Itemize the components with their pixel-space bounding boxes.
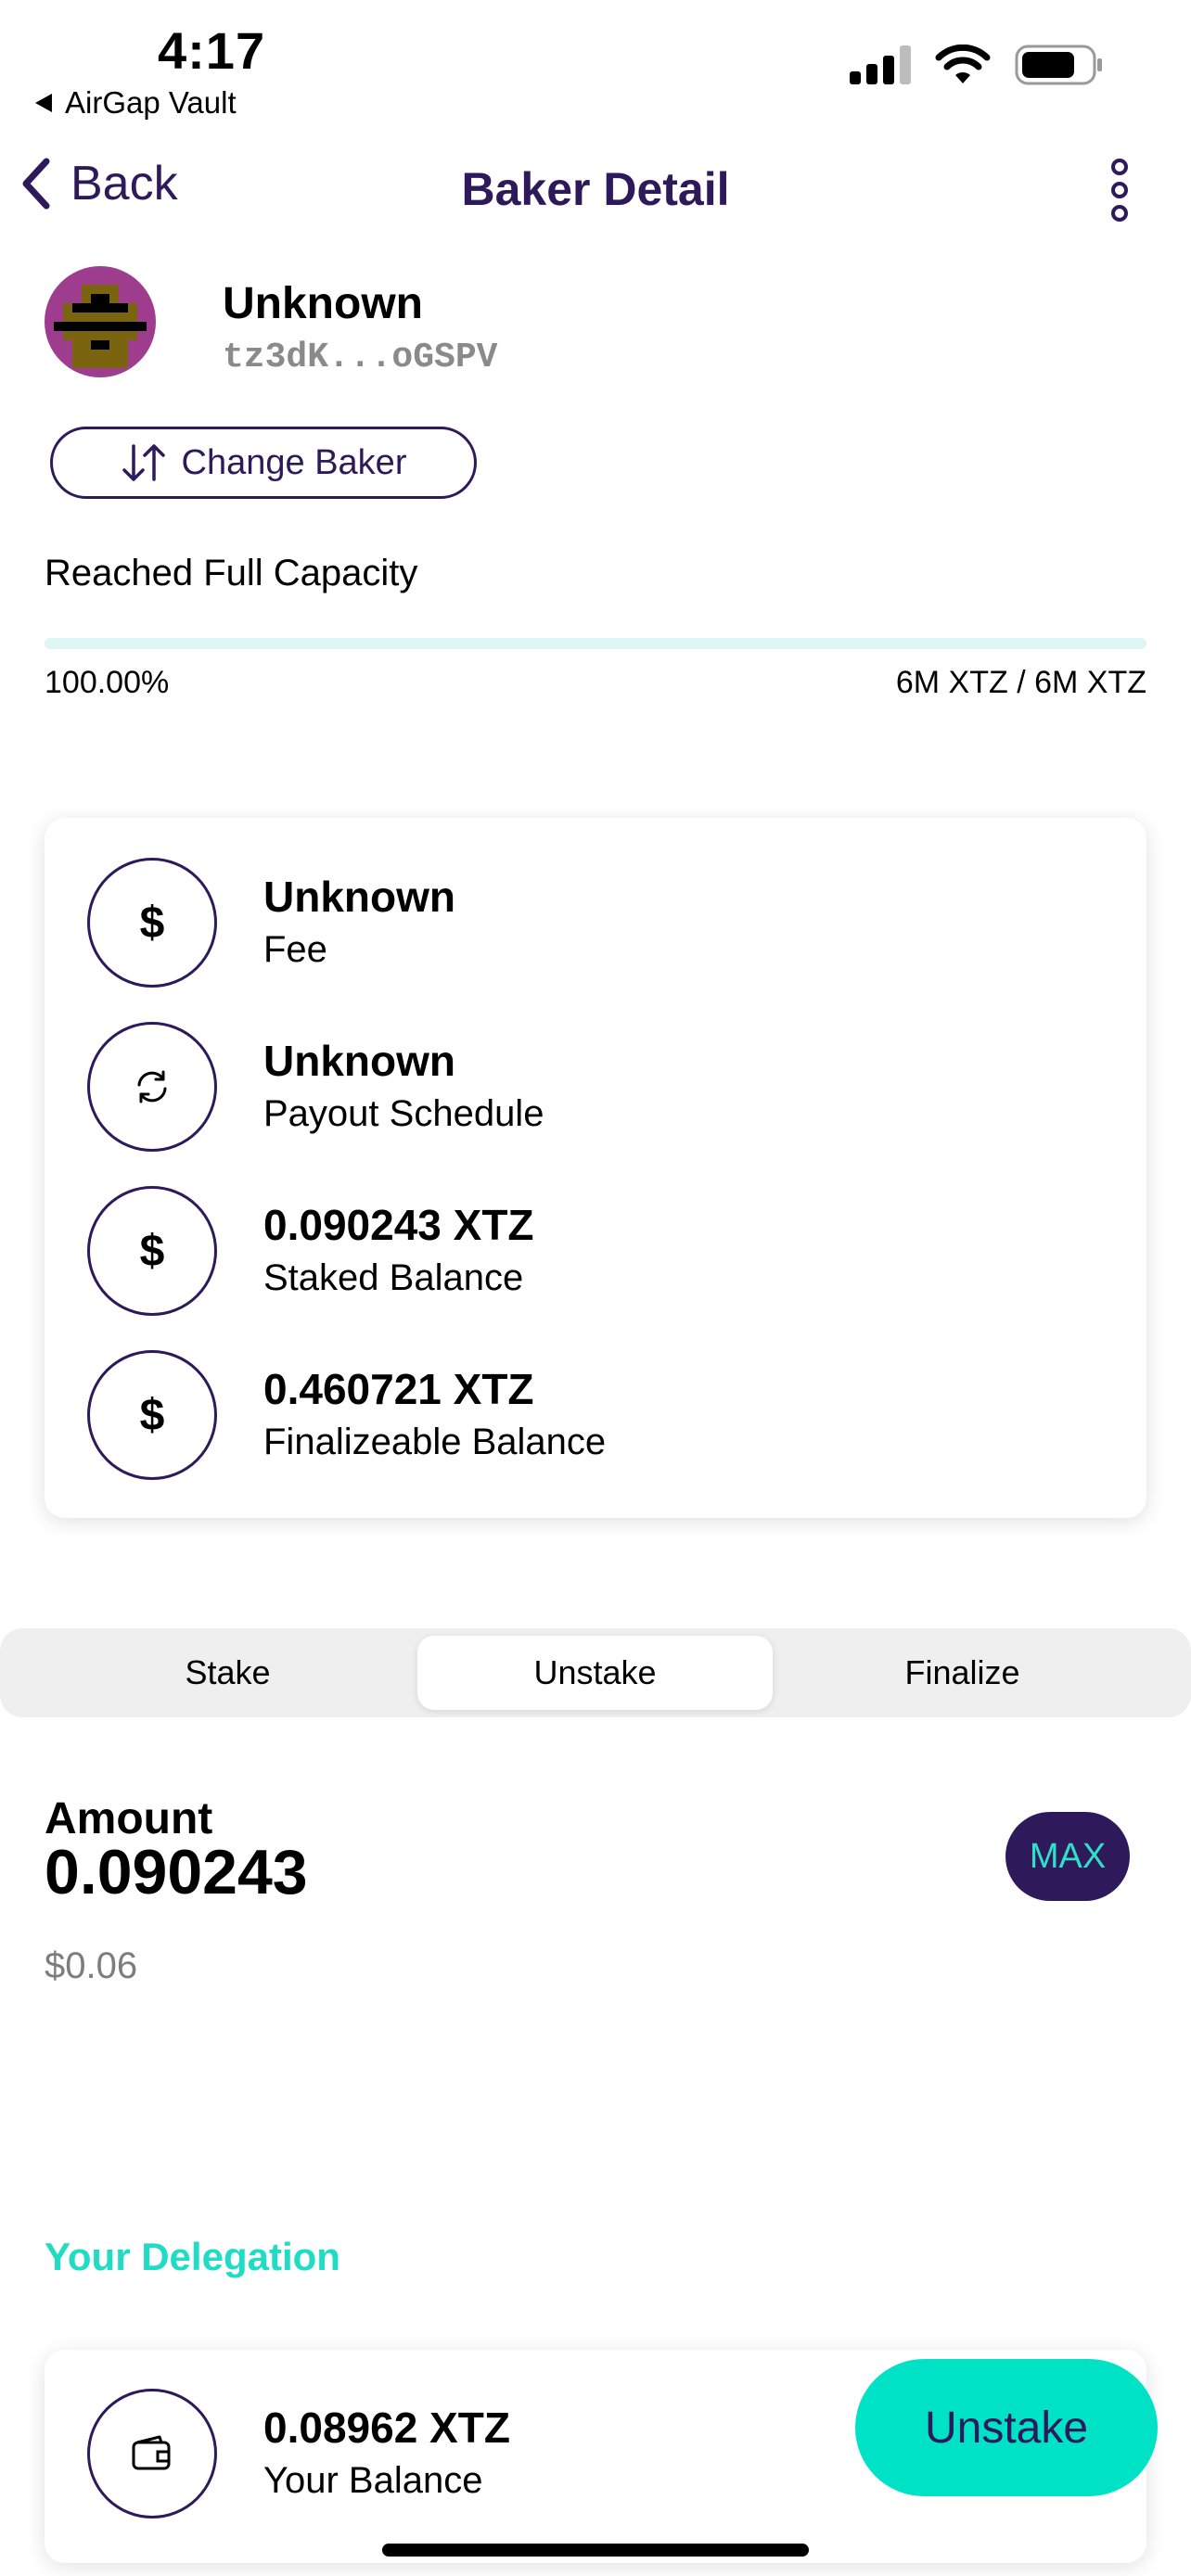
baker-avatar xyxy=(45,266,156,377)
wallet-icon xyxy=(87,2389,217,2519)
dollar-icon: $ xyxy=(87,1186,217,1316)
staked-balance-row: $ 0.090243 XTZ Staked Balance xyxy=(87,1183,534,1319)
capacity-progress-bar xyxy=(45,638,1146,649)
baker-name: Unknown xyxy=(223,279,423,328)
payout-schedule-label: Payout Schedule xyxy=(263,1093,544,1134)
back-to-app-link[interactable]: AirGap Vault xyxy=(33,85,237,121)
back-triangle-icon xyxy=(35,94,52,112)
baker-info-card: $ Unknown Fee Unknown Payout Schedule $ … xyxy=(45,818,1146,1518)
payout-schedule-value: Unknown xyxy=(263,1037,455,1085)
swap-vertical-icon xyxy=(122,444,165,481)
cellular-signal-icon xyxy=(850,45,911,84)
status-icons xyxy=(850,45,1104,85)
staked-balance-value: 0.090243 XTZ xyxy=(263,1201,534,1249)
tab-finalize[interactable]: Finalize xyxy=(785,1636,1140,1710)
payout-schedule-row: Unknown Payout Schedule xyxy=(87,1019,544,1154)
tab-unstake[interactable]: Unstake xyxy=(417,1636,773,1710)
capacity-amount: 6M XTZ / 6M XTZ xyxy=(895,665,1146,700)
dollar-icon: $ xyxy=(87,1350,217,1480)
your-balance-row: 0.08962 XTZ Your Balance xyxy=(87,2389,510,2519)
back-app-label: AirGap Vault xyxy=(65,85,237,120)
amount-fiat-value: $0.06 xyxy=(45,1945,138,1986)
baker-address: tz3dK...oGSPV xyxy=(223,338,498,377)
status-time: 4:17 xyxy=(158,21,266,80)
fee-value: Unknown xyxy=(263,873,455,921)
capacity-status: Reached Full Capacity xyxy=(45,553,418,593)
tab-stake[interactable]: Stake xyxy=(50,1636,405,1710)
fee-label: Fee xyxy=(263,929,327,970)
dollar-icon: $ xyxy=(87,858,217,988)
staked-balance-label: Staked Balance xyxy=(263,1257,524,1298)
more-options-button[interactable] xyxy=(1106,158,1133,223)
max-button[interactable]: MAX xyxy=(1005,1812,1130,1901)
more-vertical-icon xyxy=(1111,159,1128,222)
page-title: Baker Detail xyxy=(461,163,730,215)
unstake-button[interactable]: Unstake xyxy=(855,2359,1158,2496)
refresh-icon xyxy=(87,1022,217,1152)
change-baker-label: Change Baker xyxy=(181,442,407,482)
your-balance-value: 0.08962 XTZ xyxy=(263,2404,510,2452)
capacity-percent: 100.00% xyxy=(45,665,170,700)
wifi-icon xyxy=(935,45,991,83)
change-baker-button[interactable]: Change Baker xyxy=(50,427,477,499)
finalizeable-balance-label: Finalizeable Balance xyxy=(263,1422,607,1462)
your-balance-label: Your Balance xyxy=(263,2460,483,2501)
finalizeable-balance-value: 0.460721 XTZ xyxy=(263,1365,534,1413)
battery-icon xyxy=(1015,45,1102,85)
capacity-progress-fill xyxy=(45,638,1146,649)
fee-row: $ Unknown Fee xyxy=(87,855,455,990)
stake-action-tabs: Stake Unstake Finalize xyxy=(0,1628,1191,1717)
delegation-title: Your Delegation xyxy=(45,2235,340,2278)
home-indicator xyxy=(382,2544,809,2557)
finalizeable-balance-row: $ 0.460721 XTZ Finalizeable Balance xyxy=(87,1347,606,1483)
amount-input[interactable]: 0.090243 xyxy=(45,1836,308,1908)
